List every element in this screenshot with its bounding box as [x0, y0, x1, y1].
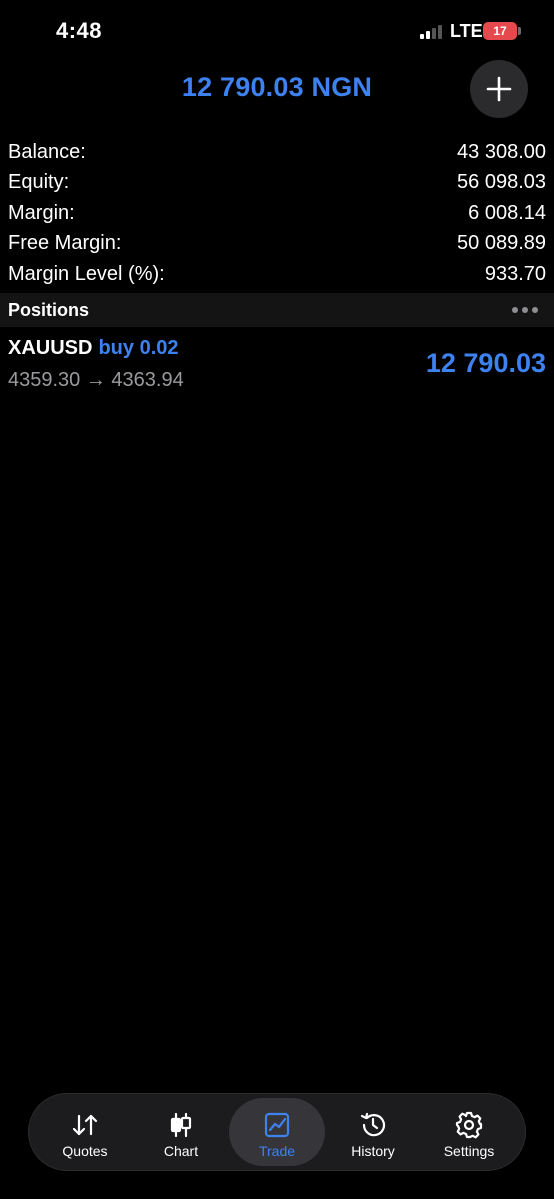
tab-settings[interactable]: Settings — [421, 1098, 517, 1166]
free-margin-label: Free Margin: — [8, 232, 122, 255]
tab-chart-label: Chart — [163, 1143, 199, 1159]
position-symbol: XAUUSD — [8, 337, 93, 359]
margin-level-value: 933.70 — [484, 262, 546, 285]
margin-row: Margin: 6 008.14 — [0, 198, 554, 229]
position-prices: 4359.30 → 4363.94 — [8, 369, 184, 391]
tab-settings-label: Settings — [443, 1143, 495, 1159]
trade-chart-icon — [262, 1110, 292, 1140]
signal-strength-icon — [420, 25, 446, 39]
margin-level-row: Margin Level (%): 933.70 — [0, 259, 554, 290]
bottom-tab-bar: Quotes Chart Trade History Settings — [28, 1093, 526, 1171]
equity-row: Equity: 56 098.03 — [0, 168, 554, 199]
tab-quotes[interactable]: Quotes — [37, 1098, 133, 1166]
tab-trade-label: Trade — [258, 1143, 296, 1159]
equity-label: Equity: — [8, 171, 70, 194]
new-order-button[interactable] — [470, 60, 528, 118]
positions-header: Positions — [0, 293, 554, 327]
position-side-volume: buy 0.02 — [98, 337, 179, 359]
balance-label: Balance: — [8, 140, 86, 163]
gear-icon — [454, 1110, 484, 1140]
trade-screen: 4:48 LTE 17 12 790.03 NGN Balance: 43 30… — [0, 0, 554, 1199]
tab-history[interactable]: History — [325, 1098, 421, 1166]
free-margin-value: 50 089.89 — [457, 232, 546, 255]
balance-value: 43 308.00 — [457, 140, 546, 163]
tab-quotes-label: Quotes — [62, 1143, 108, 1159]
status-bar: 4:48 LTE 17 — [0, 0, 554, 62]
candlestick-icon — [166, 1110, 196, 1140]
margin-value: 6 008.14 — [468, 201, 546, 224]
tab-trade[interactable]: Trade — [229, 1098, 325, 1166]
position-profit: 12 790.03 — [425, 348, 546, 378]
free-margin-row: Free Margin: 50 089.89 — [0, 229, 554, 260]
network-type: LTE — [450, 21, 483, 41]
tab-history-label: History — [351, 1143, 395, 1159]
balance-row: Balance: 43 308.00 — [0, 137, 554, 168]
status-time: 4:48 — [56, 18, 103, 43]
history-clock-icon — [358, 1110, 388, 1140]
plus-icon — [486, 76, 512, 102]
battery-icon: 17 — [483, 22, 517, 40]
position-title: XAUUSD buy 0.02 — [8, 337, 179, 360]
equity-value: 56 098.03 — [457, 171, 546, 194]
margin-level-label: Margin Level (%): — [8, 262, 165, 285]
tab-chart[interactable]: Chart — [133, 1098, 229, 1166]
more-options-icon[interactable] — [504, 301, 546, 319]
margin-label: Margin: — [8, 201, 75, 224]
battery-nub — [518, 27, 521, 35]
account-summary: Balance: 43 308.00 Equity: 56 098.03 Mar… — [0, 137, 554, 290]
arrows-updown-icon — [70, 1110, 100, 1140]
position-row[interactable]: XAUUSD buy 0.02 4359.30 → 4363.94 12 790.… — [0, 333, 554, 399]
positions-title: Positions — [8, 299, 90, 320]
